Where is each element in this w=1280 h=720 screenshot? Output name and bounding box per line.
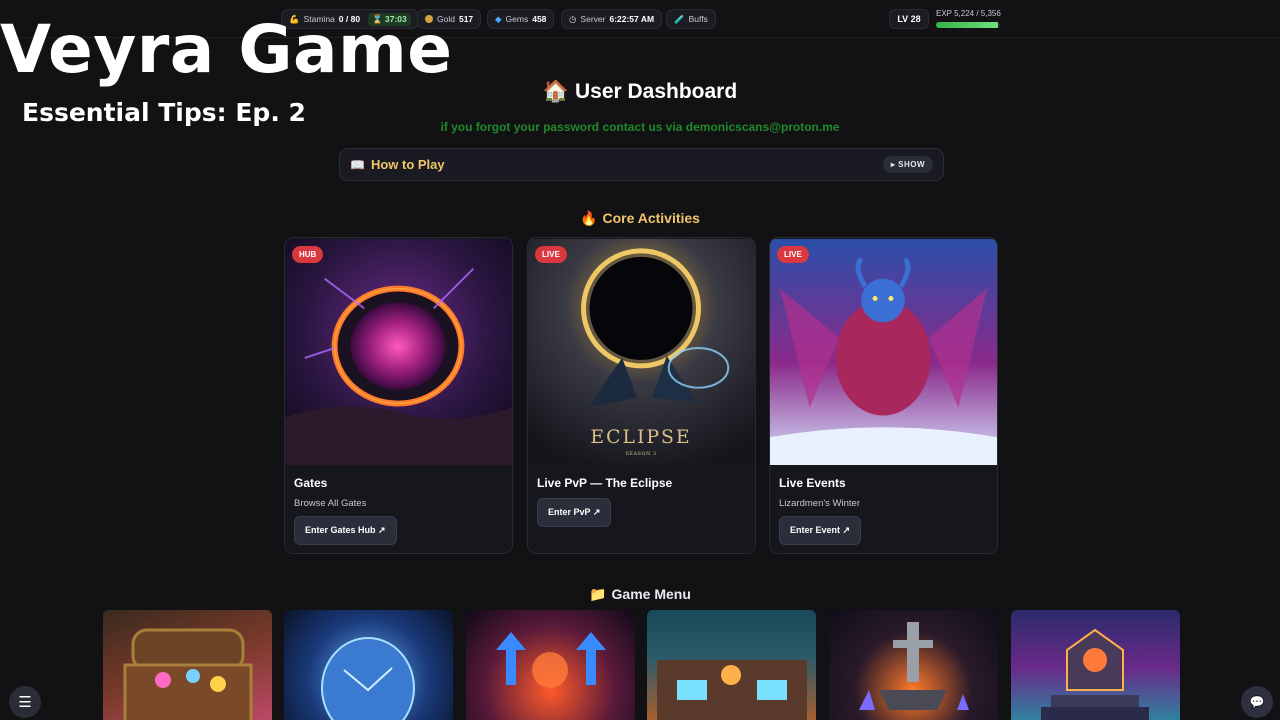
card-subtitle: Browse All Gates (294, 498, 367, 509)
gems-value: 458 (532, 14, 547, 24)
menu-tile-shop[interactable] (647, 610, 816, 720)
egg-icon (321, 637, 415, 720)
exp-text: EXP 5,224 / 5,356 (936, 9, 1001, 18)
server-label: Server (580, 14, 606, 24)
shop-icon (657, 660, 807, 720)
buffs-label: Buffs (688, 14, 708, 24)
card-badge: LIVE (535, 246, 567, 263)
video-overlay-subtitle: Essential Tips: Ep. 2 (22, 98, 306, 127)
buffs-button[interactable]: 🧪 Buffs (666, 9, 716, 29)
eclipse-art-image: ECLIPSE SEASON 3 (528, 238, 755, 466)
hamburger-menu-button[interactable]: ☰ (9, 686, 41, 718)
server-time: 6:22:57 AM (609, 14, 655, 24)
gates-card[interactable]: HUB Gates Browse All Gates Enter Gates H… (284, 237, 513, 554)
hamburger-icon: ☰ (18, 694, 32, 711)
menu-tile-treasure-chest[interactable] (103, 610, 272, 720)
card-title: Gates (294, 476, 328, 490)
core-activities-heading: 🔥 Core Activities (580, 210, 700, 226)
enter-event-button[interactable]: Enter Event ↗ (779, 516, 862, 545)
video-overlay-title: Veyra Game (0, 11, 453, 88)
how-to-play-panel[interactable]: 📖 How to Play ▸ SHOW (339, 148, 944, 181)
card-badge: LIVE (777, 246, 809, 263)
exp-bar (936, 22, 1000, 28)
gems-label: Gems (505, 14, 529, 24)
anvil-icon (859, 622, 969, 710)
level-badge: LV 28 (889, 9, 929, 29)
game-menu-heading: 📁 Game Menu (589, 586, 691, 602)
gold-value: 517 (458, 14, 474, 24)
fire-icon: 🔥 (580, 210, 598, 226)
enter-pvp-button[interactable]: Enter PvP ↗ (537, 498, 612, 527)
live-pvp-card[interactable]: ECLIPSE SEASON 3 LIVE Live PvP — The Ecl… (527, 237, 756, 554)
how-to-play-label: How to Play (370, 157, 445, 172)
book-icon: 📖 (350, 157, 365, 172)
enter-gates-hub-button[interactable]: Enter Gates Hub ↗ (294, 516, 397, 545)
card-badge: HUB (292, 246, 324, 263)
eclipse-art-subtext: SEASON 3 (626, 451, 657, 457)
treasure-chest-icon (123, 628, 253, 720)
shrine-icon (1041, 628, 1149, 720)
card-title: Live PvP — The Eclipse (537, 476, 673, 490)
menu-tile-forge[interactable] (829, 610, 998, 720)
folder-icon: 📁 (589, 586, 607, 602)
chat-bubble-icon: 💬 (1249, 695, 1265, 709)
live-events-card[interactable]: LIVE Live Events Lizardmen's Winter Ente… (769, 237, 998, 554)
menu-tile-egg[interactable] (284, 610, 453, 720)
menu-tile-shrine[interactable] (1011, 610, 1180, 720)
chat-button[interactable]: 💬 (1241, 686, 1273, 718)
demon-art-image (770, 238, 997, 466)
gems-pill[interactable]: ◆ Gems 458 (487, 9, 555, 29)
eclipse-art-text: ECLIPSE (590, 427, 691, 448)
card-subtitle: Lizardmen's Winter (779, 498, 861, 509)
menu-tile-upgrade[interactable] (466, 610, 635, 720)
exp-bar-fill (936, 22, 999, 28)
server-time-pill: ◷ Server 6:22:57 AM (561, 9, 663, 29)
house-icon: 🏠 (542, 80, 569, 103)
upgrade-arrows-icon (496, 632, 606, 688)
gem-icon: ◆ (495, 13, 502, 24)
card-title: Live Events (779, 476, 846, 490)
potion-icon: 🧪 (674, 13, 685, 24)
show-button[interactable]: ▸ SHOW (882, 156, 933, 173)
portal-art-image (285, 238, 512, 466)
clock-icon: ◷ (569, 13, 577, 24)
